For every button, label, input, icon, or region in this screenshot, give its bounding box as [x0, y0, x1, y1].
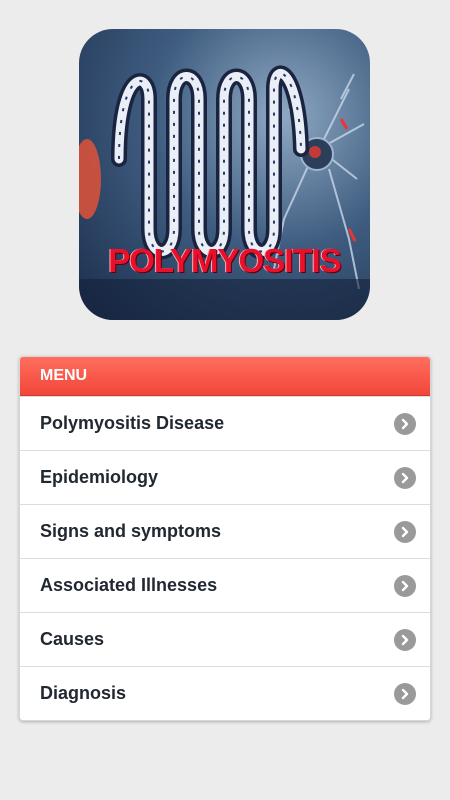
menu-header: MENU: [20, 357, 430, 396]
menu-card: MENU Polymyositis Disease Epidemiology S…: [19, 356, 431, 721]
menu-item-causes[interactable]: Causes: [20, 612, 430, 666]
chevron-right-icon: [394, 412, 416, 435]
chevron-right-icon: [394, 574, 416, 597]
menu-item-associated-illnesses[interactable]: Associated Illnesses: [20, 558, 430, 612]
hero-title: POLYMYOSITIS: [108, 242, 342, 279]
menu-item-polymyositis-disease[interactable]: Polymyositis Disease: [20, 396, 430, 450]
chevron-right-icon: [394, 466, 416, 489]
menu-item-label: Diagnosis: [40, 683, 127, 703]
menu-item-label: Associated Illnesses: [40, 575, 218, 595]
chevron-right-icon: [394, 520, 416, 543]
menu-item-diagnosis[interactable]: Diagnosis: [20, 666, 430, 720]
menu-item-label: Epidemiology: [40, 467, 159, 487]
menu-item-epidemiology[interactable]: Epidemiology: [20, 450, 430, 504]
chevron-right-icon: [394, 682, 416, 705]
app-logo-image: POLYMYOSITIS: [79, 29, 370, 320]
chevron-right-icon: [394, 628, 416, 651]
menu-item-label: Causes: [40, 629, 105, 649]
menu-item-signs-and-symptoms[interactable]: Signs and symptoms: [20, 504, 430, 558]
menu-item-label: Polymyositis Disease: [40, 413, 225, 433]
menu-item-label: Signs and symptoms: [40, 521, 222, 541]
